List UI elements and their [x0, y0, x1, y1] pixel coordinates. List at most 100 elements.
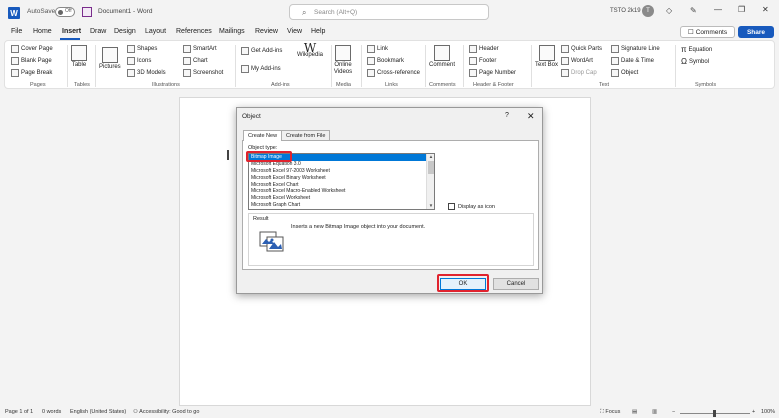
minimize-button[interactable]: — [714, 5, 722, 14]
save-icon[interactable] [82, 7, 92, 17]
page-number-icon [469, 69, 477, 77]
cover-page-button[interactable]: Cover Page [11, 45, 53, 53]
comments-button[interactable]: ☐ Comments [680, 26, 735, 38]
date-time-button[interactable]: Date & Time [611, 57, 654, 65]
zoom-out-button[interactable]: − [672, 409, 675, 415]
tab-review[interactable]: Review [255, 28, 278, 35]
list-item[interactable]: Microsoft Excel Macro-Enabled Worksheet [249, 188, 434, 195]
tab-draw[interactable]: Draw [90, 28, 106, 35]
pictures-button[interactable]: Pictures [99, 47, 121, 71]
tab-view[interactable]: View [287, 28, 302, 35]
list-item[interactable]: Microsoft Graph Chart [249, 202, 434, 209]
tab-mailings[interactable]: Mailings [219, 28, 245, 35]
symbol-icon: Ω [681, 57, 687, 66]
link-button[interactable]: Link [367, 45, 388, 53]
my-addins-button[interactable]: My Add-ins [241, 65, 281, 73]
display-as-icon-option[interactable]: Display as icon [448, 203, 495, 210]
list-item[interactable]: Microsoft Excel Binary Worksheet [249, 175, 434, 182]
bookmark-icon [367, 57, 375, 65]
zoom-in-button[interactable]: + [752, 409, 755, 415]
tab-home[interactable]: Home [33, 28, 52, 35]
wikipedia-label: Wikipedia [297, 52, 324, 58]
group-label-header-footer: Header & Footer [473, 82, 514, 88]
table-button[interactable]: Table [71, 45, 87, 69]
language-status[interactable]: English (United States) [70, 409, 126, 415]
page-number-button[interactable]: Page Number [469, 69, 516, 77]
equation-button[interactable]: π Equation [681, 45, 712, 54]
header-label: Header [479, 46, 499, 52]
ok-button[interactable]: OK [440, 278, 486, 290]
smartart-button[interactable]: SmartArt [183, 45, 217, 53]
blank-page-label: Blank Page [21, 58, 52, 64]
scroll-thumb[interactable] [428, 161, 434, 174]
display-as-icon-checkbox[interactable] [448, 203, 455, 210]
print-layout-icon[interactable]: ▤ [632, 409, 637, 415]
tab-create-from-file[interactable]: Create from File [281, 130, 331, 140]
zoom-slider-thumb[interactable] [713, 410, 716, 417]
focus-button[interactable]: ⛶ Focus [600, 409, 620, 416]
get-addins-button[interactable]: Get Add-ins [241, 47, 282, 55]
screenshot-button[interactable]: Screenshot [183, 69, 223, 77]
symbol-button[interactable]: Ω Symbol [681, 57, 709, 66]
drop-cap-button[interactable]: Drop Cap [561, 69, 597, 77]
list-item[interactable]: Microsoft Excel Worksheet [249, 195, 434, 202]
restore-button[interactable]: ❐ [738, 5, 745, 14]
footer-button[interactable]: Footer [469, 57, 496, 65]
help-icon[interactable]: ? [505, 112, 509, 119]
wikipedia-button[interactable]: W Wikipedia [297, 41, 324, 59]
group-label-links: Links [385, 82, 398, 88]
list-scrollbar[interactable]: ▲ ▼ [426, 154, 434, 209]
close-button[interactable]: ✕ [762, 5, 769, 14]
tab-file[interactable]: File [11, 28, 22, 35]
chart-button[interactable]: Chart [183, 57, 208, 65]
comment-button[interactable]: Comment [429, 45, 455, 69]
wordart-button[interactable]: WordArt [561, 57, 593, 65]
comment-icon [434, 45, 450, 61]
accessibility-status[interactable]: ⚇ Accessibility: Good to go [133, 409, 199, 415]
page-break-button[interactable]: Page Break [11, 69, 52, 77]
text-box-button[interactable]: Text Box [535, 45, 558, 69]
dialog-close-button[interactable]: ✕ [527, 111, 535, 122]
tab-layout[interactable]: Layout [145, 28, 166, 35]
tab-design[interactable]: Design [114, 28, 136, 35]
header-button[interactable]: Header [469, 45, 499, 53]
ribbon-separator [425, 45, 426, 87]
cross-reference-icon [367, 69, 375, 77]
pen-icon[interactable]: ✎ [690, 6, 697, 15]
object-button[interactable]: Object [611, 69, 638, 77]
list-item[interactable]: Bitmap Image [249, 154, 434, 161]
read-mode-icon[interactable]: ▥ [652, 409, 657, 415]
3d-models-button[interactable]: 3D Models [127, 69, 166, 77]
screenshot-label: Screenshot [193, 70, 224, 76]
tab-references[interactable]: References [176, 28, 212, 35]
zoom-level[interactable]: 100% [761, 409, 775, 415]
signature-line-button[interactable]: Signature Line [611, 45, 660, 53]
scroll-up-icon[interactable]: ▲ [427, 154, 434, 160]
group-label-addins: Add-ins [271, 82, 290, 88]
cancel-button[interactable]: Cancel [493, 278, 539, 290]
tab-create-new[interactable]: Create New [243, 130, 283, 141]
scroll-down-icon[interactable]: ▼ [427, 203, 434, 209]
page-count[interactable]: Page 1 of 1 [5, 409, 33, 415]
tab-insert[interactable]: Insert [62, 28, 81, 35]
object-type-list[interactable]: Bitmap Image Microsoft Equation 3.0 Micr… [248, 153, 435, 210]
header-icon [469, 45, 477, 53]
cross-reference-button[interactable]: Cross-reference [367, 69, 420, 77]
share-button[interactable]: Share [738, 26, 774, 38]
tab-help[interactable]: Help [311, 28, 325, 35]
icons-label: Icons [137, 58, 152, 64]
list-item[interactable]: Microsoft Excel 97-2003 Worksheet [249, 168, 434, 175]
avatar[interactable]: T [642, 5, 654, 17]
list-item[interactable]: Microsoft Equation 3.0 [249, 161, 434, 168]
search-input[interactable]: ⌕ Search (Alt+Q) [289, 4, 489, 20]
quick-parts-button[interactable]: Quick Parts [561, 45, 602, 53]
word-count[interactable]: 0 words [42, 409, 61, 415]
bookmark-button[interactable]: Bookmark [367, 57, 404, 65]
wikipedia-icon: W [303, 41, 317, 55]
icons-button[interactable]: Icons [127, 57, 151, 65]
shapes-button[interactable]: Shapes [127, 45, 157, 53]
blank-page-button[interactable]: Blank Page [11, 57, 52, 65]
diamond-icon[interactable]: ◇ [666, 6, 672, 15]
list-item[interactable]: Microsoft Excel Chart [249, 182, 434, 189]
online-videos-button[interactable]: Online Videos [333, 45, 353, 76]
